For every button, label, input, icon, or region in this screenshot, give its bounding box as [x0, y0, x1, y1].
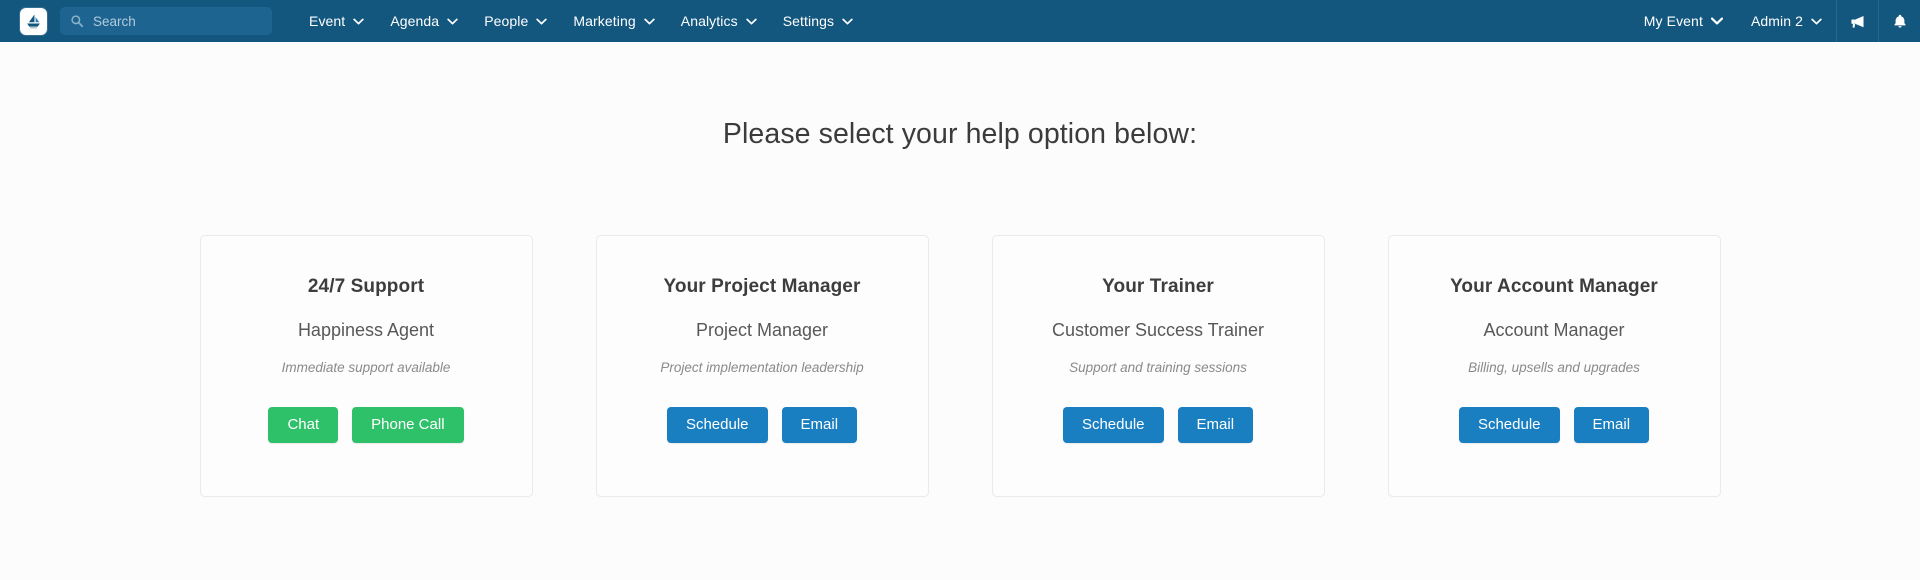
card-actions: Schedule Email	[1389, 407, 1720, 443]
page-content: Please select your help option below: 24…	[0, 42, 1920, 497]
nav-item-marketing[interactable]: Marketing	[560, 0, 667, 42]
navbar-left-section: Event Agenda People	[0, 0, 866, 42]
card-description: Immediate support available	[281, 360, 451, 375]
chevron-down-icon	[745, 18, 757, 25]
help-options-card-row: 24/7 Support Happiness Agent Immediate s…	[0, 235, 1920, 497]
chevron-down-icon	[644, 18, 655, 25]
bell-icon[interactable]	[1878, 0, 1920, 42]
card-role: Customer Success Trainer	[1051, 320, 1265, 340]
card-title: 24/7 Support	[307, 276, 425, 297]
email-button[interactable]: Email	[781, 407, 858, 443]
schedule-button[interactable]: Schedule	[1458, 407, 1560, 443]
phone-call-button[interactable]: Phone Call	[352, 407, 464, 443]
chevron-down-icon	[842, 18, 853, 25]
card-actions: Schedule Email	[597, 407, 928, 443]
card-role: Account Manager	[1483, 320, 1625, 340]
megaphone-icon[interactable]	[1836, 0, 1878, 42]
card-actions: Chat Phone Call	[201, 407, 532, 443]
nav-item-people[interactable]: People	[471, 0, 560, 42]
page-title: Please select your help option below:	[722, 118, 1198, 150]
card-description: Support and training sessions	[1069, 360, 1247, 375]
chevron-down-icon	[536, 18, 548, 25]
help-option-card-trainer: Your Trainer Customer Success Trainer Su…	[991, 235, 1325, 497]
card-description: Billing, upsells and upgrades	[1468, 360, 1640, 375]
navbar-right-section: My Event Admin 2	[1630, 0, 1920, 42]
search-icon	[70, 14, 84, 28]
navbar-menu: Event Agenda People Marketing Analytics …	[296, 0, 866, 42]
nav-item-label: Settings	[782, 13, 835, 29]
chevron-down-icon	[353, 18, 365, 25]
schedule-button[interactable]: Schedule	[666, 407, 768, 443]
search-input[interactable]	[93, 13, 262, 29]
nav-item-label: Event	[309, 13, 346, 29]
top-navigation-bar: Event Agenda People	[0, 0, 1920, 42]
search-box[interactable]	[60, 7, 272, 35]
nav-item-agenda[interactable]: Agenda	[377, 0, 471, 42]
schedule-button[interactable]: Schedule	[1062, 407, 1164, 443]
chevron-down-icon	[1811, 18, 1822, 25]
chat-button[interactable]: Chat	[268, 407, 339, 443]
sailboat-logo-icon[interactable]	[20, 7, 47, 35]
card-role: Happiness Agent	[297, 320, 435, 340]
card-title: Your Project Manager	[663, 276, 861, 297]
nav-item-label: Marketing	[573, 13, 636, 29]
nav-item-label: Analytics	[680, 13, 738, 29]
card-actions: Schedule Email	[993, 407, 1324, 443]
card-title: Your Trainer	[1102, 276, 1214, 297]
help-option-card-project-manager: Your Project Manager Project Manager Pro…	[595, 235, 929, 497]
nav-item-label: Agenda	[390, 13, 440, 29]
nav-item-admin-account[interactable]: Admin 2	[1737, 0, 1836, 42]
nav-item-label: Admin 2	[1750, 13, 1803, 29]
nav-item-settings[interactable]: Settings	[770, 0, 866, 42]
nav-item-event[interactable]: Event	[296, 0, 377, 42]
card-role: Project Manager	[695, 320, 829, 340]
nav-item-label: People	[484, 13, 529, 29]
card-description: Project implementation leadership	[660, 360, 864, 375]
email-button[interactable]: Email	[1177, 407, 1254, 443]
help-option-card-account-manager: Your Account Manager Account Manager Bil…	[1387, 235, 1721, 497]
chevron-down-icon	[1710, 17, 1723, 25]
email-button[interactable]: Email	[1573, 407, 1650, 443]
chevron-down-icon	[447, 18, 458, 25]
nav-item-label: My Event	[1643, 13, 1703, 29]
nav-item-my-event[interactable]: My Event	[1630, 0, 1737, 42]
card-title: Your Account Manager	[1450, 276, 1658, 297]
nav-item-analytics[interactable]: Analytics	[668, 0, 770, 42]
help-option-card-support: 24/7 Support Happiness Agent Immediate s…	[199, 235, 533, 497]
